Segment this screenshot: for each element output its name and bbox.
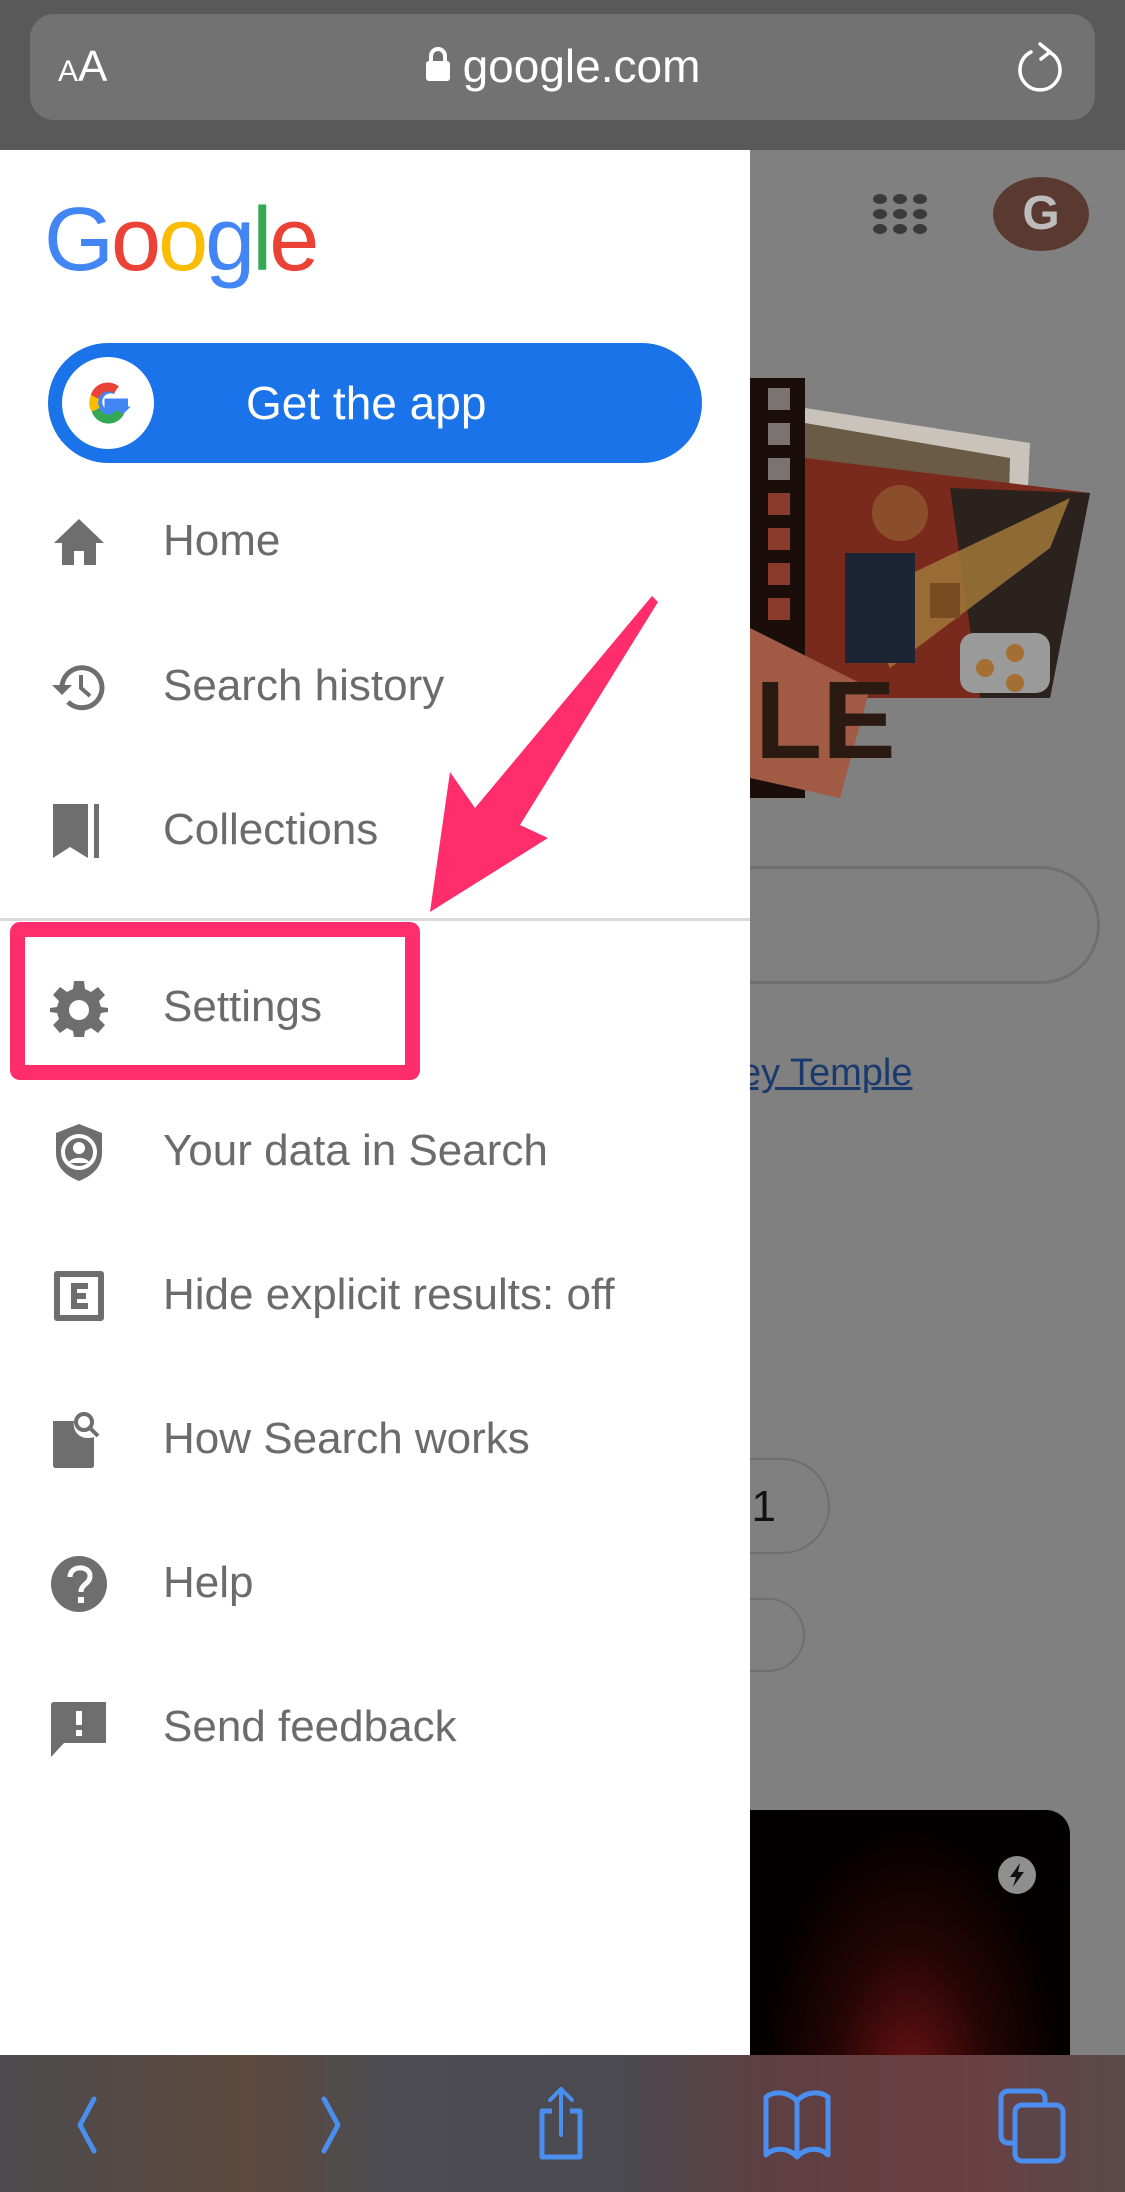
help-icon <box>51 1556 107 1612</box>
menu-item-home[interactable]: Home <box>0 481 750 601</box>
background-page: G LE ey Temple 21 <box>750 150 1125 2055</box>
account-avatar[interactable]: G <box>993 177 1089 251</box>
navigation-drawer: Google Get the app Home Search history C… <box>0 150 750 2055</box>
share-button[interactable] <box>522 2085 602 2165</box>
menu-item-label: Home <box>163 516 281 565</box>
google-doodle-image[interactable]: LE <box>750 378 1090 798</box>
settings-highlight-box <box>10 922 420 1080</box>
home-icon <box>54 519 104 565</box>
logo-letter: o <box>111 190 161 290</box>
amp-bolt-icon <box>998 1856 1036 1894</box>
search-box[interactable] <box>750 866 1100 984</box>
svg-text:LE: LE <box>755 659 896 782</box>
history-icon <box>52 665 105 711</box>
menu-item-hide-explicit[interactable]: Hide explicit results: off <box>0 1235 750 1355</box>
suggestion-chip[interactable] <box>750 1598 805 1672</box>
forward-button[interactable] <box>290 2085 370 2165</box>
logo-letter: G <box>44 190 114 290</box>
bookmark-icon <box>53 804 99 858</box>
url-text: google.com <box>462 40 701 92</box>
logo-letter: g <box>205 190 255 290</box>
apps-grid-icon[interactable] <box>872 192 928 236</box>
shield-user-icon <box>56 1124 102 1181</box>
menu-item-label: Help <box>163 1558 254 1607</box>
suggestion-chip[interactable]: 21 <box>750 1458 830 1554</box>
feedback-icon <box>51 1702 106 1757</box>
get-the-app-label: Get the app <box>246 377 487 429</box>
menu-item-label: How Search works <box>163 1414 530 1463</box>
menu-item-search-history[interactable]: Search history <box>0 626 750 746</box>
get-the-app-button[interactable]: Get the app <box>48 343 702 463</box>
browser-bottom-toolbar <box>0 2055 1125 2192</box>
menu-item-label: Collections <box>163 805 379 854</box>
menu-item-label: Send feedback <box>163 1702 457 1751</box>
logo-letter: e <box>269 190 319 290</box>
menu-divider <box>0 918 750 921</box>
menu-item-label: Search history <box>163 661 445 710</box>
google-g-icon <box>62 357 154 449</box>
bookmarks-button[interactable] <box>758 2085 838 2165</box>
video-card[interactable] <box>750 1810 1070 2055</box>
menu-item-your-data[interactable]: Your data in Search <box>0 1091 750 1211</box>
google-logo[interactable]: Google <box>44 190 319 290</box>
browser-top-bar: AA google.com <box>0 0 1125 150</box>
menu-item-how-search-works[interactable]: How Search works <box>0 1379 750 1499</box>
address-bar[interactable]: AA google.com <box>30 14 1095 120</box>
chip-text: 21 <box>750 1482 776 1531</box>
page-search-icon <box>53 1412 100 1468</box>
explicit-icon <box>54 1271 104 1321</box>
doodle-link[interactable]: ey Temple <box>750 1052 913 1095</box>
logo-letter: l <box>252 190 272 290</box>
url-display[interactable]: google.com <box>30 38 1095 94</box>
menu-item-help[interactable]: Help <box>0 1523 750 1643</box>
tabs-button[interactable] <box>993 2085 1073 2165</box>
menu-item-label: Your data in Search <box>163 1126 548 1175</box>
reload-icon[interactable] <box>1013 40 1069 96</box>
back-button[interactable] <box>48 2085 128 2165</box>
lock-icon <box>425 38 451 94</box>
menu-item-collections[interactable]: Collections <box>0 770 750 890</box>
menu-item-label: Hide explicit results: off <box>163 1270 615 1319</box>
menu-item-send-feedback[interactable]: Send feedback <box>0 1667 750 1787</box>
logo-letter: o <box>158 190 208 290</box>
